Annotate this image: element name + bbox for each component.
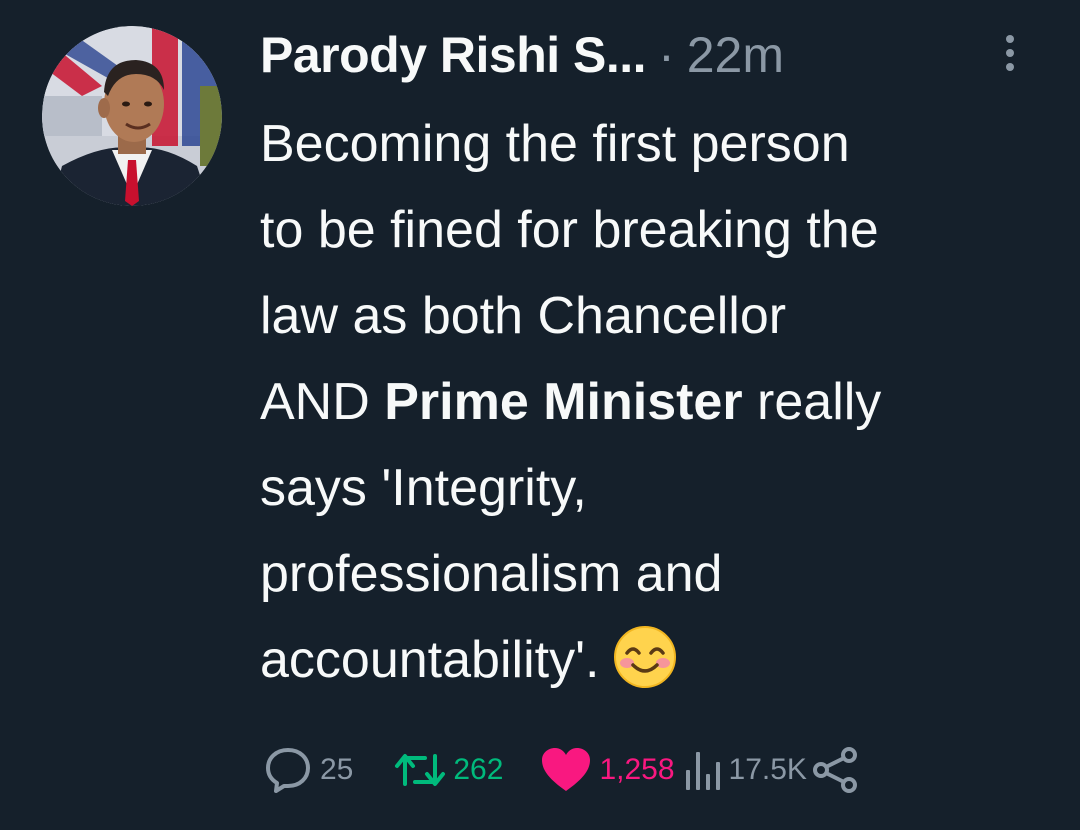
retweet-icon — [395, 754, 446, 786]
tweet-text-line: to be fined for breaking the — [260, 201, 879, 259]
tweet-header: Parody Rishi S... · 22m — [260, 22, 784, 88]
tweet-text-line: accountability'. — [260, 617, 1060, 715]
header-separator: · — [658, 27, 675, 83]
tweet-text-line: AND Prime Minister really — [260, 359, 1060, 445]
more-vertical-icon[interactable] — [990, 28, 1030, 78]
avatar[interactable] — [42, 26, 222, 206]
tweet-text-bold: Prime Minister — [384, 373, 743, 431]
views-count: 17.5K — [728, 753, 807, 786]
bar-chart-icon — [685, 752, 720, 790]
share-icon — [812, 747, 857, 793]
tweet-text: Becoming the first person to be fined fo… — [260, 101, 1060, 715]
tweet-text-segment: AND — [260, 373, 385, 431]
heart-icon — [542, 748, 591, 791]
reply-count: 25 — [320, 753, 354, 786]
share-button[interactable] — [811, 745, 861, 795]
tweet-actions: 25 262 1,258 17.5K — [262, 742, 861, 798]
reply-button[interactable]: 25 — [262, 744, 353, 796]
tweet-text-segment: accountability'. — [260, 631, 600, 689]
retweet-count: 262 — [453, 753, 504, 786]
tweet-text-segment: really — [742, 373, 882, 431]
speech-bubble-icon — [266, 748, 310, 793]
tweet-text-line: Becoming the first person — [260, 115, 850, 173]
tweet: Parody Rishi S... · 22m Becoming the fir… — [0, 0, 1080, 830]
avatar-photo — [42, 26, 222, 206]
tweet-text-line: professionalism and — [260, 545, 723, 603]
display-name[interactable]: Parody Rishi S... — [260, 26, 647, 84]
tweet-text-line: law as both Chancellor — [260, 287, 787, 345]
views-button[interactable]: 17.5K — [683, 748, 807, 792]
timestamp[interactable]: 22m — [687, 26, 784, 84]
smiling-face-emoji-icon — [613, 625, 677, 715]
tweet-text-line: says 'Integrity, — [260, 459, 587, 517]
retweet-button[interactable]: 262 — [393, 744, 503, 796]
like-button[interactable]: 1,258 — [539, 745, 675, 795]
like-count: 1,258 — [599, 753, 675, 786]
